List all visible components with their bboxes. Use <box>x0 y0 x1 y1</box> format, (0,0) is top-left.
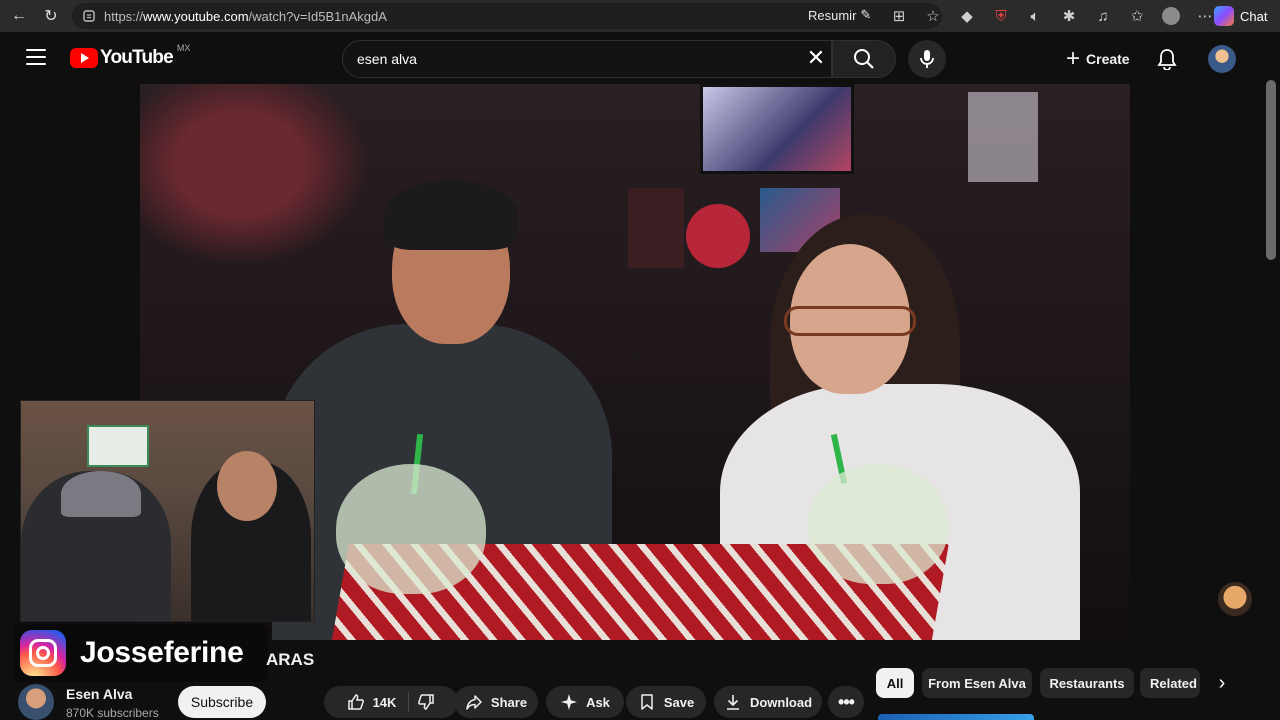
download-button[interactable]: Download <box>714 686 822 718</box>
video-drink-glass <box>808 464 948 584</box>
channel-name[interactable]: Esen Alva <box>66 686 132 702</box>
back-icon[interactable]: ← <box>4 1 34 31</box>
split-screen-icon[interactable]: ⊞ <box>884 4 914 28</box>
save-button[interactable]: Save <box>626 686 706 718</box>
more-dots-icon: ••• <box>838 691 855 712</box>
thumbs-down-icon[interactable] <box>417 693 435 711</box>
browser-toolbar: ← ↻ https://www.youtube.com/watch?v=Id5B… <box>0 0 1280 32</box>
webcam-head <box>217 451 277 521</box>
extensions-puzzle-icon[interactable]: ✱ <box>1054 4 1084 28</box>
chip-related[interactable]: Related <box>1140 668 1200 698</box>
instagram-overlay: Josseferine <box>14 624 268 682</box>
youtube-play-icon <box>70 48 98 68</box>
video-tv-screen <box>700 84 854 174</box>
copilot-icon <box>1214 6 1234 26</box>
create-button[interactable]: + Create <box>1054 42 1142 76</box>
site-info-icon[interactable] <box>82 9 96 23</box>
webcam-cap <box>61 471 141 517</box>
share-icon <box>466 695 482 710</box>
profile-icon[interactable] <box>1156 4 1186 28</box>
logo-text: YouTube <box>100 47 174 68</box>
share-button[interactable]: Share <box>454 686 538 718</box>
download-label: Download <box>749 694 813 710</box>
resumir-icon: ✎ <box>860 7 872 22</box>
url-path: /watch?v=Id5B1nAkgdA <box>248 8 387 24</box>
exit-sign <box>87 425 149 467</box>
create-label: Create <box>1086 51 1130 67</box>
download-icon <box>726 695 739 710</box>
chat-label: Chat <box>1240 8 1268 24</box>
notifications-bell-icon[interactable] <box>1154 46 1180 72</box>
volume-icon[interactable]: 🔈︎ <box>1020 4 1050 28</box>
channel-avatar[interactable] <box>18 684 54 720</box>
plus-icon: + <box>1066 45 1081 72</box>
instagram-icon <box>20 630 66 676</box>
bookmark-icon <box>641 694 653 710</box>
voice-search-button[interactable] <box>908 40 946 78</box>
media-icon[interactable]: ♫ <box>1088 4 1118 28</box>
more-actions-button[interactable]: ••• <box>828 686 864 718</box>
favorites-icon[interactable]: ✩ <box>1122 4 1152 28</box>
search-icon <box>854 49 874 69</box>
resumir-button[interactable]: Resumir ✎ <box>808 7 871 23</box>
youtube-logo[interactable]: YouTube MX <box>70 43 190 69</box>
account-avatar[interactable] <box>1208 45 1236 73</box>
chip-restaurants[interactable]: Restaurants <box>1040 668 1134 698</box>
url-prefix: https:// <box>104 8 144 24</box>
save-label: Save <box>663 694 695 710</box>
refresh-icon[interactable]: ↻ <box>36 1 66 31</box>
video-drink-glass <box>336 464 486 594</box>
like-dislike-group: 14K <box>324 686 458 718</box>
extension-diamond-icon[interactable]: ◆ <box>952 4 982 28</box>
menu-icon[interactable] <box>26 49 46 65</box>
subscriber-count: 870K subscribers <box>66 706 159 720</box>
copilot-chat-button[interactable]: Chat <box>1214 4 1267 28</box>
ask-button[interactable]: Ask <box>546 686 624 718</box>
like-button[interactable]: 14K <box>347 692 410 712</box>
country-code: MX <box>176 43 191 53</box>
sparkle-icon <box>561 694 578 710</box>
microphone-icon <box>920 50 934 68</box>
resumir-label: Resumir <box>808 7 857 23</box>
search-input[interactable]: esen alva <box>342 40 832 78</box>
share-label: Share <box>490 694 528 710</box>
recommended-thumbnail[interactable] <box>878 714 1034 720</box>
chevron-right-icon[interactable]: › <box>1210 672 1234 696</box>
search-button[interactable] <box>832 40 896 78</box>
favorite-star-icon[interactable]: ☆ <box>918 4 948 28</box>
picture-in-picture-webcam <box>20 400 315 622</box>
browser-extensions: ⊞ ☆ ◆ ⛨ 🔈︎ ✱ ♫ ✩ ⋯ <box>884 4 1220 28</box>
youtube-header: YouTube MX esen alva ✕ + Create <box>4 34 1264 84</box>
instagram-handle: Josseferine <box>80 636 244 669</box>
video-poster <box>628 188 684 268</box>
video-poster <box>968 92 1038 182</box>
url-host: www.youtube.com <box>143 8 249 24</box>
extension-shield-icon[interactable]: ⛨ <box>986 4 1016 28</box>
emoji-sticker <box>1218 582 1252 616</box>
like-count: 14K <box>372 694 397 710</box>
youtube-page: YouTube MX esen alva ✕ + Create Jossefer… <box>4 34 1280 720</box>
thumbs-up-icon <box>347 694 364 710</box>
chip-all[interactable]: All <box>876 668 914 698</box>
search-value: esen alva <box>357 51 417 67</box>
clear-search-icon[interactable]: ✕ <box>804 47 828 71</box>
ask-label: Ask <box>586 694 610 710</box>
subscribe-button[interactable]: Subscribe <box>178 686 266 718</box>
page-scrollbar[interactable] <box>1266 80 1276 260</box>
video-title: ARAS <box>266 650 315 669</box>
chip-from-channel[interactable]: From Esen Alva <box>922 668 1032 698</box>
